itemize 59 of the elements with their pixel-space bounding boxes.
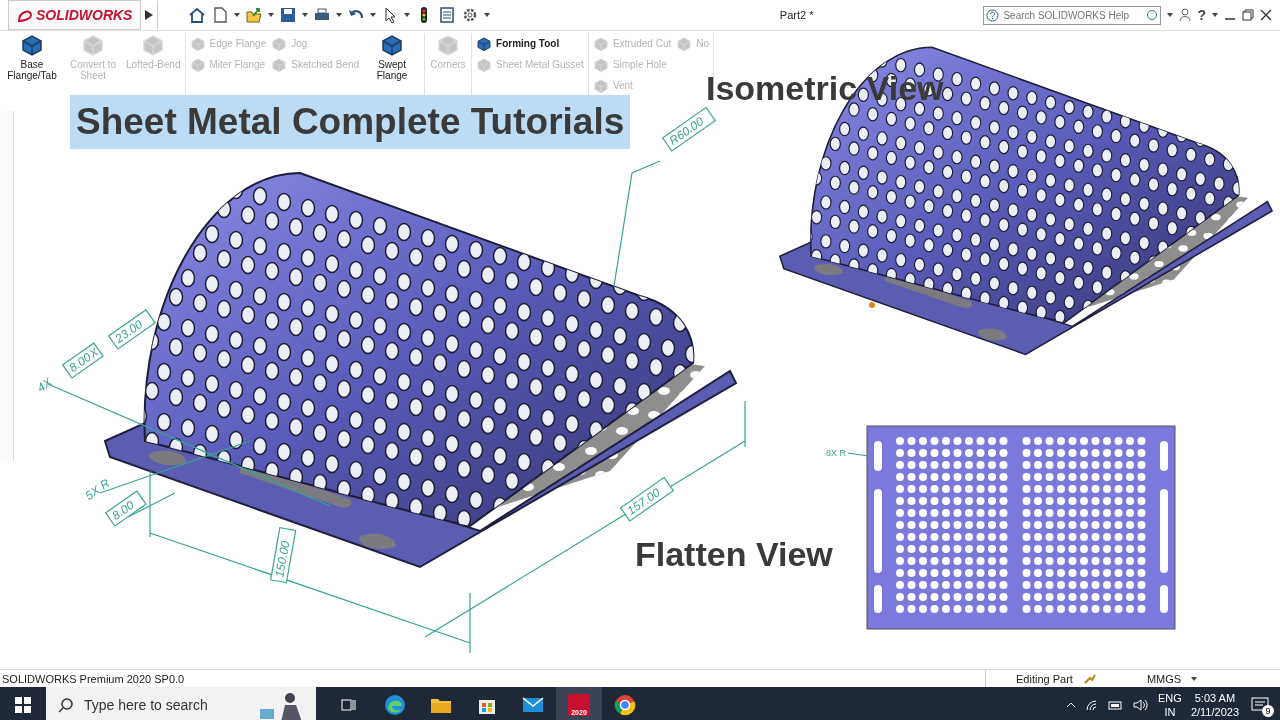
tool-icon: [592, 35, 609, 52]
document-title: Part2 *: [779, 9, 814, 21]
dimension-label: 8.00: [104, 490, 147, 527]
tool-icon: [676, 35, 693, 52]
tool-icon: [592, 56, 609, 73]
clock[interactable]: 5:03 AM 2/11/2023: [1190, 690, 1239, 719]
tool-icon: [141, 33, 166, 57]
tool-icon: [476, 35, 493, 52]
language-indicator[interactable]: ENG IN: [1158, 690, 1182, 719]
dimension-label: 8X R: [826, 448, 846, 458]
tool-icon: [380, 33, 405, 57]
caret-icon[interactable]: [336, 13, 343, 17]
caret-icon[interactable]: [404, 13, 411, 17]
caret-icon[interactable]: [1191, 676, 1198, 681]
ribbon-tool-button[interactable]: Swept Flange: [363, 33, 422, 81]
caret-icon[interactable]: [1212, 13, 1218, 17]
list-icon[interactable]: [438, 6, 457, 24]
product-version: SOLIDWORKS Premium 2020 SP0.0: [1, 672, 186, 685]
tool-icon: [81, 33, 105, 57]
search-icon[interactable]: [1146, 9, 1159, 22]
edit-mode: Editing Part: [1016, 672, 1073, 685]
caret-icon[interactable]: [234, 13, 241, 17]
new-document-icon[interactable]: [211, 6, 230, 24]
caret-icon[interactable]: [302, 13, 309, 17]
caret-icon[interactable]: [484, 13, 491, 17]
volume-icon[interactable]: [1133, 698, 1150, 711]
dimension-label: 4X: [34, 375, 55, 395]
search-icon: [58, 697, 74, 713]
tool-icon: [271, 56, 288, 73]
app-logo: SOLIDWORKS: [8, 0, 142, 30]
units-label[interactable]: MMGS: [1146, 672, 1182, 685]
close-icon[interactable]: [1260, 9, 1272, 21]
tutorial-title: Sheet Metal Complete Tutorials: [70, 95, 631, 149]
tool-icon: [436, 33, 461, 57]
tool-icon: [189, 35, 206, 52]
save-icon[interactable]: [279, 6, 298, 24]
ribbon-tool-button[interactable]: Forming Tool: [475, 33, 585, 54]
home-icon[interactable]: [188, 6, 207, 24]
dimension-label: 150.00: [269, 527, 297, 584]
pin-icon[interactable]: [1082, 672, 1097, 685]
tool-icon: [592, 77, 609, 94]
tool-icon: [189, 56, 206, 73]
battery-icon[interactable]: [1108, 699, 1125, 710]
caret-up-icon[interactable]: [1066, 701, 1077, 708]
help-menu[interactable]: ?: [1197, 7, 1206, 23]
help-search-field[interactable]: Search SOLIDWORKS Help: [983, 5, 1162, 25]
help-circle-icon: [986, 8, 1000, 22]
restore-icon[interactable]: [1242, 9, 1254, 21]
caret-icon[interactable]: [1167, 13, 1174, 17]
caret-icon[interactable]: [268, 13, 275, 17]
open-folder-icon[interactable]: [245, 6, 264, 24]
tool-icon: [20, 33, 44, 57]
view-title: Flatten View: [635, 535, 833, 574]
tool-icon: [271, 35, 288, 52]
point-marker: [869, 302, 875, 308]
user-icon[interactable]: [1179, 8, 1192, 22]
caret-icon[interactable]: [370, 13, 377, 17]
ribbon-tool-button[interactable]: Base Flange/Tab: [3, 33, 61, 81]
tool-icon: [476, 56, 493, 73]
